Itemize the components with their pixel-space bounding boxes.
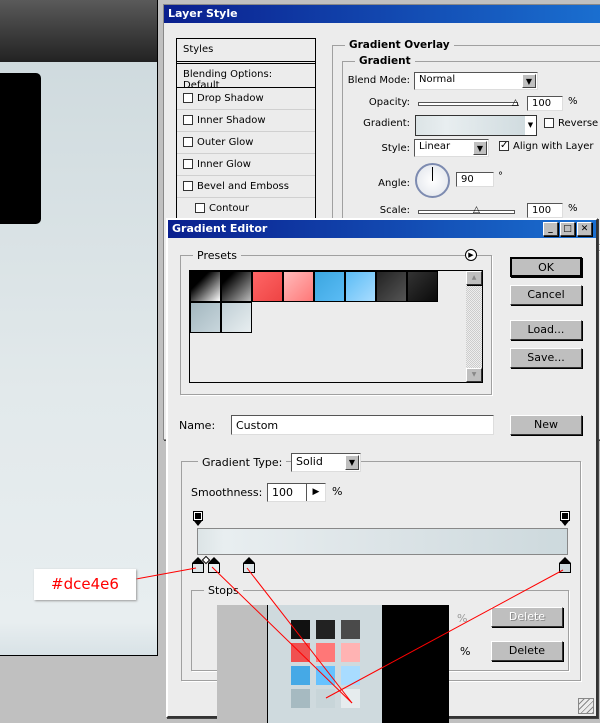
color-hex-annotation: #dce4e6 xyxy=(34,569,136,600)
annotation-line-4 xyxy=(325,569,564,699)
annotation-line-3 xyxy=(246,567,353,704)
annotation-lines xyxy=(135,566,564,704)
annotation-line-2 xyxy=(211,566,353,704)
annotation-line-1 xyxy=(135,567,197,580)
